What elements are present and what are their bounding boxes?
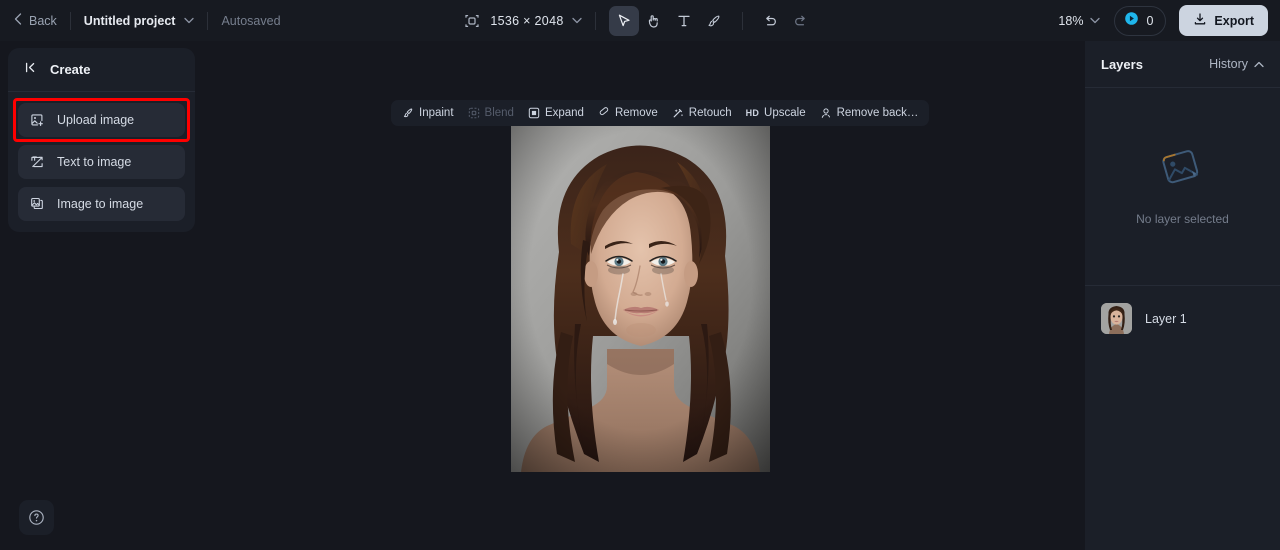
chevron-left-icon (14, 13, 22, 28)
expand-label: Expand (544, 107, 584, 119)
hand-tool[interactable] (639, 6, 669, 36)
divider (207, 11, 209, 30)
history-label: History (1209, 57, 1248, 71)
retouch-label: Retouch (688, 107, 732, 119)
upscale-label: Upscale (764, 107, 806, 119)
divider (741, 11, 743, 30)
collapse-panel-icon[interactable] (24, 60, 39, 80)
blend-button: Blend (461, 103, 521, 123)
remove-label: Remove (614, 107, 658, 119)
layer-name: Layer 1 (1145, 311, 1187, 326)
eraser-icon (598, 107, 610, 119)
download-icon (1193, 12, 1207, 29)
create-panel: Create Upload image Text to image Image … (8, 48, 195, 232)
no-layer-selected-label: No layer selected (1136, 212, 1229, 226)
back-label: Back (29, 13, 57, 28)
autosaved-status: Autosaved (221, 13, 281, 28)
export-label: Export (1214, 13, 1254, 28)
empty-image-icon (1157, 147, 1209, 198)
inpaint-brush-icon (402, 107, 414, 119)
expand-button[interactable]: Expand (521, 103, 591, 123)
canvas-size-value: 1536 × 2048 (490, 13, 564, 28)
text-to-image-button[interactable]: Text to image (18, 145, 185, 179)
divider (594, 11, 596, 30)
artboard-image[interactable] (511, 124, 770, 472)
top-bar-right: 18% 0 Export (1058, 0, 1268, 41)
remove-background-button[interactable]: Remove back… (813, 103, 926, 123)
zoom-level: 18% (1058, 13, 1084, 28)
question-mark-circle-icon (29, 510, 44, 525)
layer-thumbnail-image (1101, 303, 1132, 334)
create-options-list: Upload image Text to image Image to imag… (8, 92, 195, 221)
layers-panel: Layers History No layer selected Layer 1 (1085, 41, 1280, 550)
chevron-up-icon (1254, 57, 1264, 71)
history-toggle[interactable]: History (1209, 57, 1264, 71)
create-panel-header: Create (8, 48, 195, 92)
chevron-down-icon[interactable] (571, 17, 582, 24)
image-to-image-label: Image to image (57, 197, 144, 211)
help-button[interactable] (19, 500, 54, 535)
layer-row[interactable]: Layer 1 (1095, 298, 1270, 339)
remove-background-icon (820, 107, 832, 119)
image-stack-icon (30, 197, 44, 211)
credit-token-icon (1124, 11, 1139, 31)
upscale-button[interactable]: HD Upscale (739, 103, 813, 123)
layers-panel-title: Layers (1101, 56, 1143, 72)
chevron-down-icon[interactable] (1090, 17, 1101, 24)
top-bar: Back Untitled project Autosaved 1536 × 2… (0, 0, 1280, 41)
text-to-image-label: Text to image (57, 155, 132, 169)
layers-list: Layer 1 (1085, 286, 1280, 351)
layer-thumbnail (1101, 303, 1132, 334)
text-tool[interactable] (669, 6, 699, 36)
upload-image-button[interactable]: Upload image (13, 98, 190, 142)
undo-button[interactable] (756, 6, 786, 36)
image-to-image-button[interactable]: Image to image (18, 187, 185, 221)
blend-icon (468, 107, 480, 119)
back-button[interactable]: Back (14, 13, 57, 28)
brush-tool[interactable] (699, 6, 729, 36)
top-bar-left: Back Untitled project Autosaved (0, 0, 281, 41)
inpaint-button[interactable]: Inpaint (395, 103, 461, 123)
create-panel-title: Create (50, 62, 91, 77)
magic-wand-icon (672, 107, 684, 119)
retouch-button[interactable]: Retouch (665, 103, 739, 123)
credits-count: 0 (1146, 13, 1154, 28)
portrait-photo (511, 124, 770, 472)
canvas-size-icon (464, 13, 480, 29)
hd-icon: HD (745, 108, 760, 118)
credits-badge[interactable]: 0 (1114, 5, 1167, 36)
layers-panel-header: Layers History (1085, 41, 1280, 88)
export-button[interactable]: Export (1179, 5, 1268, 36)
blend-label: Blend (484, 107, 514, 119)
select-tool[interactable] (608, 5, 639, 36)
inpaint-label: Inpaint (419, 107, 454, 119)
upload-image-label: Upload image (57, 113, 135, 127)
image-actions-toolbar[interactable]: Inpaint Blend Expand Remove Retouch HD U… (391, 100, 930, 126)
remove-button[interactable]: Remove (591, 103, 665, 123)
divider (69, 11, 71, 30)
remove-background-label: Remove back… (836, 107, 919, 119)
redo-button[interactable] (786, 6, 816, 36)
project-name: Untitled project (83, 13, 176, 28)
text-image-icon (30, 155, 44, 169)
chevron-down-icon[interactable] (184, 17, 195, 24)
image-plus-icon (30, 113, 44, 127)
expand-icon (528, 107, 540, 119)
no-layer-selected-state: No layer selected (1085, 88, 1280, 286)
